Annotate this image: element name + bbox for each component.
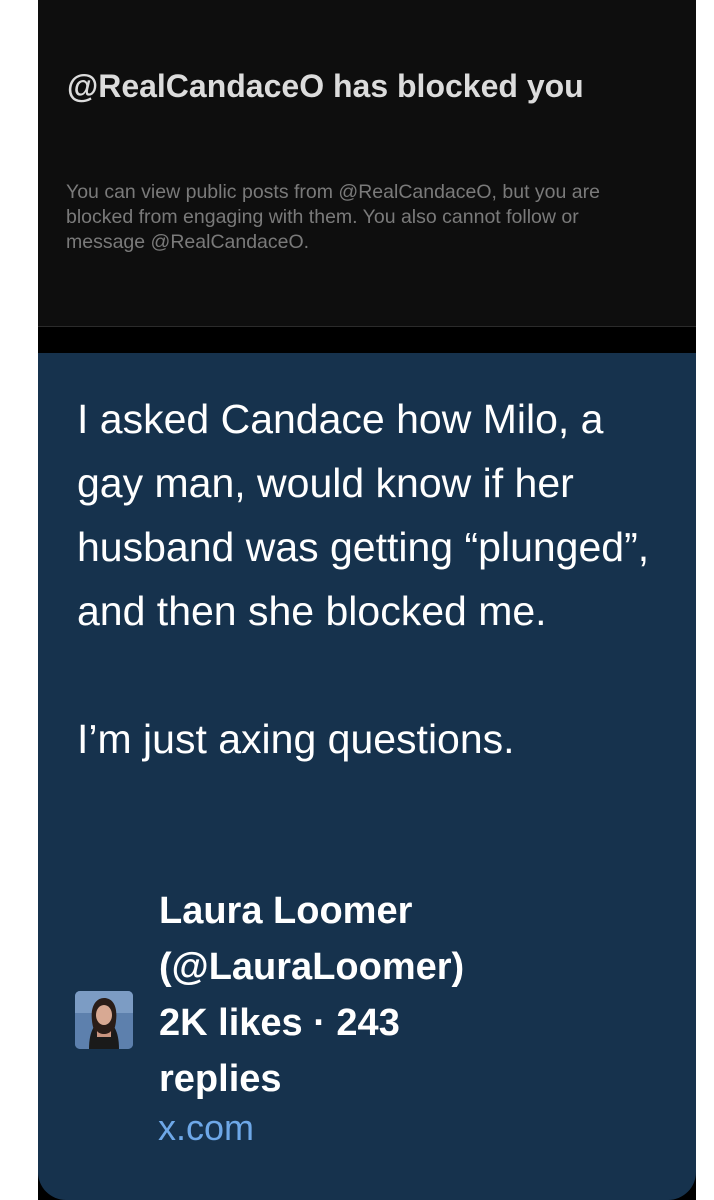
screenshot-frame: @RealCandaceO has blocked you You can vi… (38, 0, 696, 1200)
blocked-notice: @RealCandaceO has blocked you You can vi… (38, 0, 696, 327)
post-paragraph: I’m just axing questions. (77, 716, 515, 762)
author-name[interactable]: Laura Loomer (159, 883, 679, 939)
divider (38, 327, 696, 353)
post-text: I asked Candace how Milo, a gay man, wou… (77, 387, 677, 771)
post-stats: 2K likes · 243 (159, 1002, 400, 1044)
source-link[interactable]: x.com (158, 1108, 254, 1148)
author-handle[interactable]: (@LauraLoomer) (159, 939, 679, 995)
blocked-title: @RealCandaceO has blocked you (67, 68, 584, 104)
avatar-portrait-icon (75, 991, 133, 1049)
link-preview-card[interactable]: I asked Candace how Milo, a gay man, wou… (38, 353, 696, 1200)
author-meta: Laura Loomer (@LauraLoomer) 2K likes · 2… (159, 883, 679, 1107)
blocked-description: You can view public posts from @RealCand… (66, 181, 600, 253)
post-stats-continued: replies (159, 1058, 282, 1100)
post-paragraph: I asked Candace how Milo, a gay man, wou… (77, 396, 650, 634)
avatar[interactable] (75, 991, 133, 1049)
